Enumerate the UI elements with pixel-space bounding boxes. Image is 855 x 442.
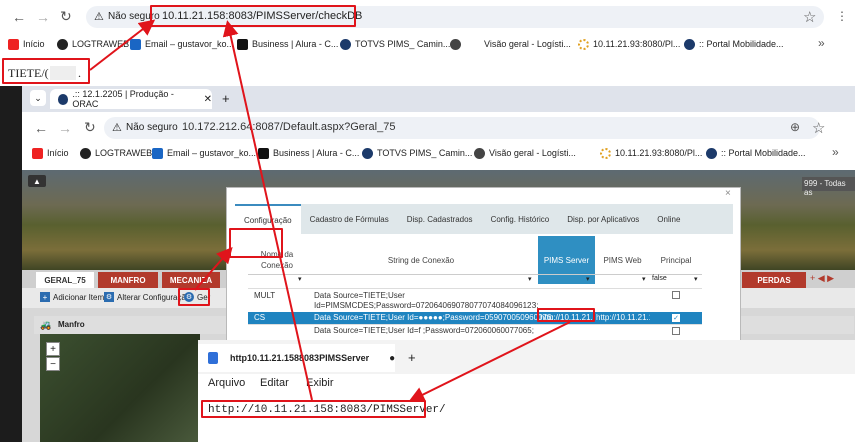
arrow-line [222, 20, 313, 401]
arrow-line [89, 19, 156, 71]
arrow-line [194, 246, 233, 291]
arrow-line [408, 321, 571, 402]
annotation-arrows [89, 19, 571, 402]
